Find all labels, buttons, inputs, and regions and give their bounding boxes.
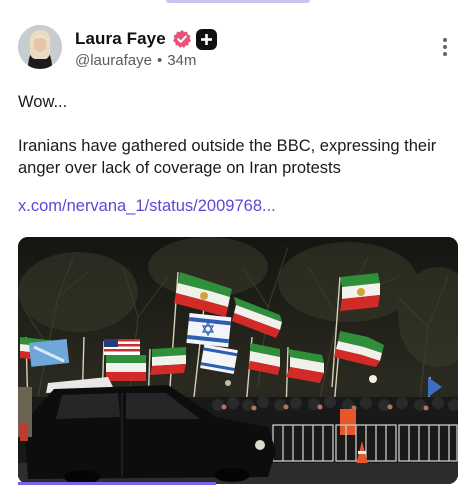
author-handle[interactable]: @laurafaye [75,52,152,69]
video-progress-bar[interactable] [18,482,216,485]
post-header: Laura Faye @laurafaye • 34m [18,25,457,73]
verified-badge-icon [172,30,191,48]
meta-separator: • [156,52,163,69]
post-body: Wow... Iranians have gathered outside th… [18,91,458,217]
author-block: Laura Faye @laurafaye • 34m [75,27,217,69]
plus-icon [195,28,217,50]
post-media-video[interactable] [18,237,458,484]
name-row: Laura Faye [75,27,217,51]
post-text-line-2: Iranians have gathered outside the BBC, … [18,137,437,177]
post-link[interactable]: x.com/nervana_1/status/2009768... [18,195,458,217]
author-display-name[interactable]: Laura Faye [75,29,166,49]
more-options-icon[interactable] [441,38,449,60]
meta-row: @laurafaye • 34m [75,52,217,69]
avatar-image [18,25,62,69]
post-time[interactable]: 34m [167,52,196,69]
post-text-line-1: Wow... [18,93,68,111]
top-accent-bar [166,0,310,3]
avatar[interactable] [18,25,62,69]
video-thumbnail-image [18,237,458,484]
